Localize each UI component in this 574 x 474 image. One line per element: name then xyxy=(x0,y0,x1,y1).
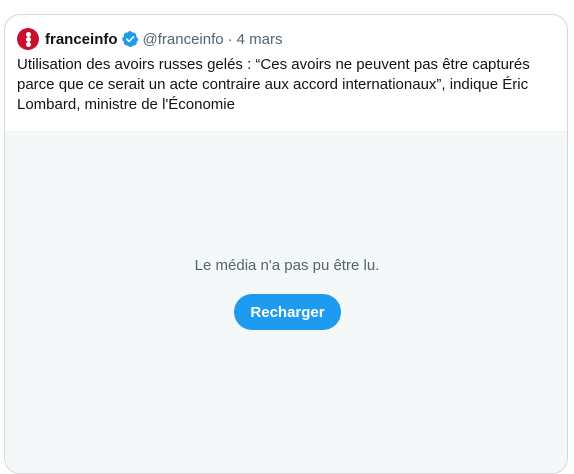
handle[interactable]: @franceinfo xyxy=(143,31,224,48)
tweet-header: franceinfo @franceinfo · 4 mars xyxy=(17,27,282,51)
separator: · xyxy=(227,30,233,48)
tweet-text: Utilisation des avoirs russes gelés : “C… xyxy=(17,56,530,113)
display-name[interactable]: franceinfo xyxy=(45,31,118,48)
tweet-card[interactable]: franceinfo @franceinfo · 4 mars Utilisat… xyxy=(4,14,568,474)
verified-badge-icon xyxy=(121,30,139,48)
media-placeholder: Le média n'a pas pu être lu. Recharger xyxy=(5,131,567,473)
franceinfo-logo-icon[interactable] xyxy=(17,28,39,50)
media-error-message: Le média n'a pas pu être lu. xyxy=(194,257,380,274)
reload-button[interactable]: Recharger xyxy=(234,294,341,330)
tweet-date[interactable]: 4 mars xyxy=(237,31,283,48)
